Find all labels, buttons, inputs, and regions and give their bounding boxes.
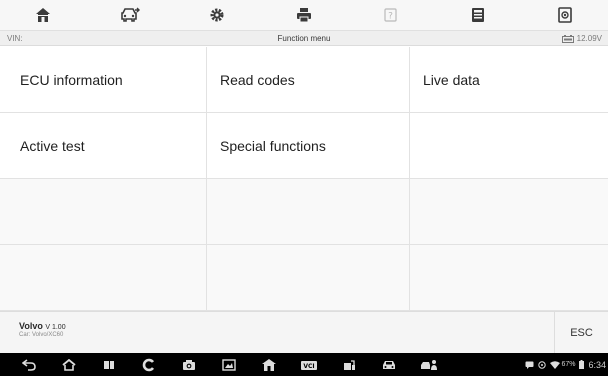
function-label: Read codes [220, 71, 295, 88]
empty-cell [207, 179, 410, 245]
battery-voltage: 12.09V [561, 34, 602, 43]
help-icon: ? [384, 8, 397, 22]
browser-button[interactable] [129, 353, 169, 376]
empty-cell [0, 179, 207, 245]
function-active-test[interactable]: Active test [0, 113, 207, 179]
function-special-functions[interactable]: Special functions [207, 113, 410, 179]
function-label: Active test [20, 137, 85, 154]
home-nav-button[interactable] [49, 353, 89, 376]
vpn-icon [538, 360, 547, 369]
remote-icon [421, 359, 437, 370]
function-ecu-information[interactable]: ECU information [0, 47, 207, 113]
print-button[interactable] [261, 0, 348, 30]
function-grid: ECU information Read codes Live data Act… [0, 47, 608, 311]
function-label: ECU information [20, 71, 123, 88]
settings-icon [210, 8, 224, 22]
print-icon [297, 8, 311, 23]
home-nav-icon [62, 358, 76, 371]
camera-button[interactable] [169, 353, 209, 376]
empty-cell [0, 245, 207, 311]
page-title: Function menu [277, 34, 331, 43]
function-read-codes[interactable]: Read codes [207, 47, 410, 113]
svg-text:?: ? [388, 12, 393, 22]
vehicle-model: Car: Volvo/XC60 [19, 332, 64, 338]
recent-apps-icon [104, 360, 114, 369]
empty-cell [410, 113, 608, 179]
screen-capture-button[interactable] [209, 353, 249, 376]
chat-icon [525, 361, 534, 369]
screenshot-button[interactable] [521, 0, 608, 30]
help-button[interactable]: ? [347, 0, 434, 30]
function-label: Live data [423, 71, 480, 88]
maxisys-home-icon [262, 358, 276, 371]
home-button[interactable] [0, 0, 87, 30]
browser-icon [142, 358, 155, 371]
screenshot-icon [557, 7, 572, 23]
camera-icon [183, 359, 195, 370]
software-version: V 1.00 [45, 324, 66, 331]
vehicle-swap-button[interactable] [87, 0, 174, 30]
data-manager-button[interactable] [434, 0, 521, 30]
home-icon [36, 8, 51, 22]
screen-capture-icon [222, 358, 236, 371]
make-name: Volvo [19, 321, 43, 331]
settings-button[interactable] [174, 0, 261, 30]
info-bar: VIN: Function menu 12.09V [0, 30, 608, 46]
vehicle-nav-icon [383, 360, 395, 369]
battery-percent: 67% [561, 361, 576, 368]
remote-button[interactable] [409, 353, 449, 376]
svg-text:VCI: VCI [303, 363, 314, 370]
wifi-icon [550, 360, 561, 369]
clock: 6:34 [588, 359, 606, 370]
empty-cell [410, 245, 608, 311]
vehicle-nav-button[interactable] [369, 353, 409, 376]
battery-icon [561, 34, 574, 43]
status-area: 67% 6:34 [525, 353, 606, 376]
vci-button[interactable]: VCI [289, 353, 329, 376]
vehicle-make: Volvo V 1.00 [19, 321, 66, 331]
battery-status-icon [579, 360, 585, 369]
empty-cell [410, 179, 608, 245]
recent-apps-button[interactable] [89, 353, 129, 376]
empty-cell [207, 245, 410, 311]
back-icon [22, 358, 36, 371]
back-button[interactable] [9, 353, 49, 376]
shop-icon [344, 359, 355, 370]
esc-button[interactable]: ESC [554, 312, 608, 354]
system-nav-bar: VCI 67% 6:34 [0, 353, 608, 376]
top-toolbar: ? [0, 0, 608, 30]
maxisys-home-button[interactable] [249, 353, 289, 376]
function-live-data[interactable]: Live data [410, 47, 608, 113]
footer-bar: Volvo V 1.00 Car: Volvo/XC60 ESC [0, 311, 608, 354]
shop-button[interactable] [329, 353, 369, 376]
vci-icon: VCI [301, 360, 317, 370]
voltage-value: 12.09V [576, 34, 602, 43]
data-manager-icon [471, 8, 484, 22]
vehicle-icon [121, 7, 141, 22]
function-label: Special functions [220, 137, 326, 154]
